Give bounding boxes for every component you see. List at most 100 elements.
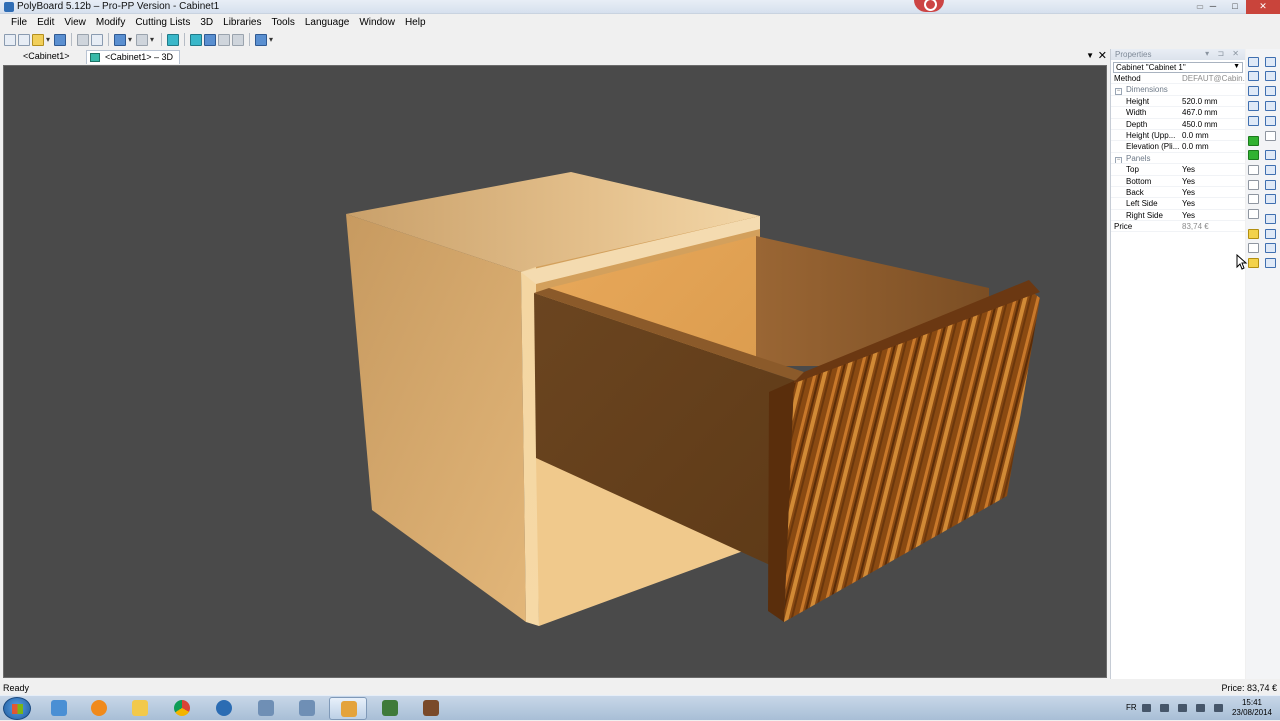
tray-app-icon[interactable]	[1142, 704, 1151, 712]
print-icon[interactable]	[77, 33, 89, 46]
info-icon[interactable]	[255, 33, 267, 46]
panel-controls-icon[interactable]: ▾ ⊐ ✕	[1205, 49, 1242, 58]
taskbar-app-polyboard-b[interactable]	[288, 697, 326, 720]
menu-edit[interactable]: Edit	[32, 15, 59, 31]
cube-tool-icon[interactable]	[1265, 243, 1276, 253]
cabinet-tool-icon[interactable]	[1265, 86, 1276, 96]
undo-icon[interactable]	[114, 33, 126, 46]
menu-3d[interactable]: 3D	[195, 15, 218, 31]
prop-row-price[interactable]: Price 83,74 €	[1111, 221, 1245, 233]
taskbar-app-thunderbird[interactable]	[205, 697, 243, 720]
menu-language[interactable]: Language	[300, 15, 355, 31]
ruler-tool-icon[interactable]	[1248, 243, 1259, 253]
cube-tool-icon[interactable]	[1265, 194, 1276, 204]
collapse-icon[interactable]: −	[1115, 88, 1122, 95]
new-cabinet-icon[interactable]	[4, 33, 16, 46]
taskbar-app-explorer[interactable]	[121, 697, 159, 720]
lightbulb-icon[interactable]	[1248, 229, 1259, 239]
taskbar-app-optimizer[interactable]	[371, 697, 409, 720]
cabinet-tool-icon[interactable]	[1248, 71, 1259, 81]
group-panels[interactable]: − Panels	[1111, 153, 1245, 165]
prop-row-right-side[interactable]: Right Side Yes	[1111, 210, 1245, 222]
undo-dropdown-icon[interactable]: ▾	[128, 35, 134, 44]
cabinet-tool-icon[interactable]	[1248, 101, 1259, 111]
cube-tool-icon[interactable]	[1265, 150, 1276, 160]
prop-value[interactable]: Yes	[1179, 187, 1245, 197]
menu-help[interactable]: Help	[400, 15, 431, 31]
open-dropdown-icon[interactable]: ▾	[46, 35, 52, 44]
cube-tool-icon[interactable]	[1265, 214, 1276, 224]
taskbar-app-media[interactable]	[80, 697, 118, 720]
new-file-icon[interactable]	[18, 33, 30, 46]
panel-tool-icon[interactable]	[1248, 209, 1259, 219]
cube-tool-icon[interactable]	[1265, 180, 1276, 190]
print-preview-icon[interactable]	[91, 33, 103, 46]
menu-file[interactable]: File	[6, 15, 32, 31]
prop-row-height-upper[interactable]: Height (Upp... 0.0 mm	[1111, 130, 1245, 142]
record-indicator-icon[interactable]	[914, 0, 944, 12]
open-folder-icon[interactable]	[32, 33, 44, 46]
object-selector[interactable]: Cabinet "Cabinet 1" ▼	[1113, 62, 1243, 73]
prop-value[interactable]: DEFAUT@Cabin...	[1179, 73, 1245, 83]
prop-value[interactable]: 450.0 mm	[1179, 119, 1245, 129]
cabinet-tool-icon[interactable]	[1248, 57, 1259, 67]
taskbar-app-chrome[interactable]	[163, 697, 201, 720]
menu-modify[interactable]: Modify	[91, 15, 130, 31]
panel-tool-icon[interactable]	[1248, 194, 1259, 204]
network-icon[interactable]	[1178, 704, 1187, 712]
arrange-icon[interactable]	[232, 33, 244, 46]
clock[interactable]: 15:41 23/08/2014	[1232, 698, 1272, 718]
cube-tool-icon[interactable]	[1265, 229, 1276, 239]
green-panel-icon[interactable]	[1248, 136, 1259, 146]
taskbar-app-polyboard-active[interactable]	[329, 697, 367, 720]
menu-view[interactable]: View	[59, 15, 91, 31]
prop-row-width[interactable]: Width 467.0 mm	[1111, 107, 1245, 119]
taskbar-app-polyboard-a[interactable]	[247, 697, 285, 720]
redo-icon[interactable]	[136, 33, 148, 46]
collapse-icon[interactable]: −	[1115, 156, 1122, 164]
tab-cabinet1[interactable]: <Cabinet1>	[17, 50, 76, 64]
redo-dropdown-icon[interactable]: ▾	[150, 35, 156, 44]
prop-value[interactable]: 520.0 mm	[1179, 96, 1245, 106]
group-dimensions[interactable]: − Dimensions	[1111, 84, 1245, 96]
green-panel-icon[interactable]	[1248, 150, 1259, 160]
prop-value[interactable]: 0.0 mm	[1179, 130, 1245, 140]
cabinet-tool-icon[interactable]	[1248, 116, 1259, 126]
cabinet-tool-icon[interactable]	[1265, 57, 1276, 67]
cube-tool-icon[interactable]	[1265, 165, 1276, 175]
taskbar-app-tool[interactable]	[412, 697, 450, 720]
prop-row-elevation[interactable]: Elevation (Pli... 0.0 mm	[1111, 141, 1245, 153]
prop-row-back[interactable]: Back Yes	[1111, 187, 1245, 199]
prop-value[interactable]: Yes	[1179, 210, 1245, 220]
prop-row-bottom[interactable]: Bottom Yes	[1111, 176, 1245, 187]
cabinet-tool-icon[interactable]	[1265, 101, 1276, 111]
cabinet-tool-icon[interactable]	[1265, 71, 1276, 81]
panel-tool-icon[interactable]	[1265, 131, 1276, 141]
action-center-icon[interactable]	[1214, 704, 1223, 712]
hardware-tool-icon[interactable]	[1248, 258, 1259, 268]
menu-tools[interactable]: Tools	[267, 15, 300, 31]
3d-view-icon[interactable]	[190, 33, 202, 46]
prop-row-top[interactable]: Top Yes	[1111, 164, 1245, 176]
tabs-dropdown-icon[interactable]: ▼	[1086, 51, 1094, 60]
save-icon[interactable]	[54, 33, 66, 46]
toolbar-overflow-icon[interactable]: ▾	[269, 35, 275, 44]
tile-windows-icon[interactable]	[204, 33, 216, 46]
prop-row-depth[interactable]: Depth 450.0 mm	[1111, 119, 1245, 130]
3d-viewport[interactable]	[3, 65, 1107, 678]
taskbar-app-paint[interactable]	[40, 697, 78, 720]
panel-tool-icon[interactable]	[1248, 165, 1259, 175]
prop-value[interactable]: 0.0 mm	[1179, 141, 1245, 151]
cube-tool-icon[interactable]	[1265, 258, 1276, 268]
menu-cutting-lists[interactable]: Cutting Lists	[130, 15, 195, 31]
prop-value[interactable]: 467.0 mm	[1179, 107, 1245, 117]
prop-value[interactable]: Yes	[1179, 198, 1245, 208]
close-tab-icon[interactable]: ✕	[1098, 49, 1107, 62]
prop-row-method[interactable]: Method DEFAUT@Cabin...	[1111, 73, 1245, 85]
start-button[interactable]	[3, 697, 31, 720]
show-hidden-icon[interactable]	[1160, 704, 1169, 712]
menu-libraries[interactable]: Libraries	[218, 15, 266, 31]
panel-tool-icon[interactable]	[1248, 180, 1259, 190]
volume-icon[interactable]	[1196, 704, 1205, 712]
cabinet-list-icon[interactable]	[167, 33, 179, 46]
